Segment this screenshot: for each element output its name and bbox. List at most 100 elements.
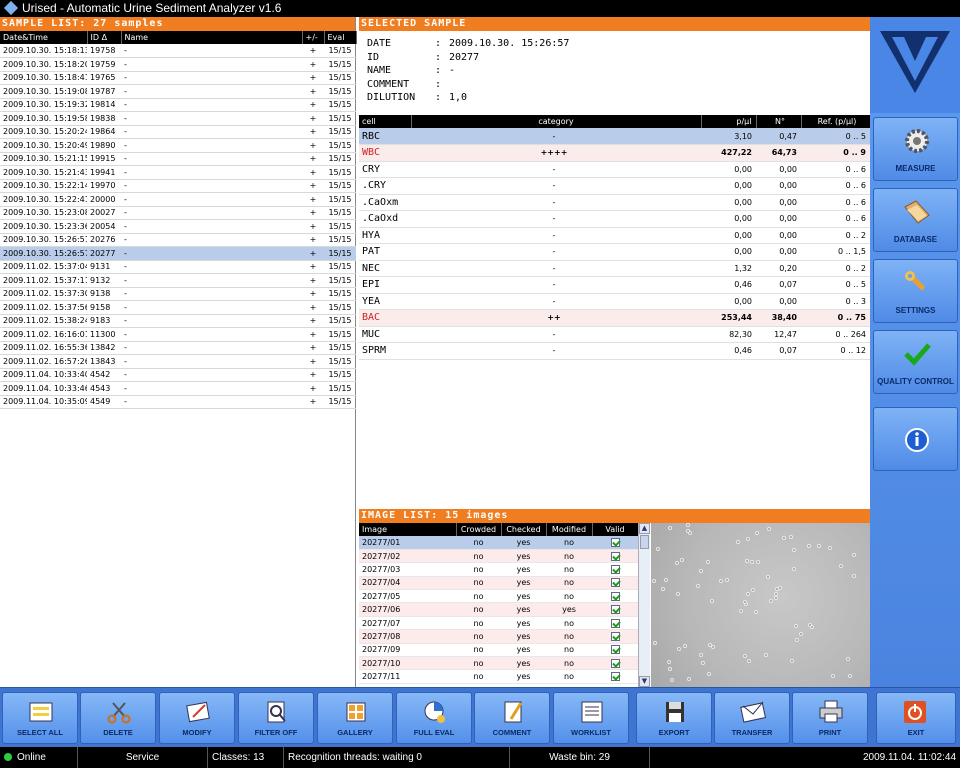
valid-checkbox-icon[interactable] — [610, 631, 620, 641]
cell-row[interactable]: EPI -0,46 0,07 0 .. 5 — [359, 276, 870, 294]
sample-row[interactable]: 2009.10.30. 15:21:15 19915- +15/15 — [0, 152, 356, 166]
sample-row[interactable]: 2009.11.02. 16:57:26 13843- +15/15 — [0, 354, 356, 369]
cell-row[interactable]: WBC ++++ 427,22 64,73 0 .. 9 — [359, 144, 870, 162]
transfer-button[interactable]: TRANSFER — [714, 692, 790, 744]
valid-checkbox-icon[interactable] — [610, 551, 620, 561]
sample-row[interactable]: 2009.10.30. 15:26:51 20276- +15/15 — [0, 233, 356, 247]
column-header-name[interactable]: Name — [121, 31, 303, 44]
cell-row[interactable]: SPRM -0,46 0,07 0 .. 12 — [359, 342, 870, 360]
scroll-thumb[interactable] — [640, 535, 649, 549]
valid-checkbox-icon[interactable] — [610, 605, 620, 615]
sample-row[interactable]: 2009.10.30. 15:21:43 19941- +15/15 — [0, 165, 356, 180]
sample-row[interactable]: 2009.10.30. 15:18:13 19758- +15/15 — [0, 44, 356, 58]
valid-checkbox-icon[interactable] — [610, 672, 620, 682]
sample-datetime: 2009.11.02. 16:57:26 — [0, 354, 87, 369]
column-header-checked[interactable]: Checked — [501, 523, 547, 536]
sample-row[interactable]: 2009.10.30. 15:18:41 19765- +15/15 — [0, 71, 356, 85]
column-header-eval[interactable]: Eval — [324, 31, 357, 44]
sample-row[interactable]: 2009.10.30. 15:23:36 20054- +15/15 — [0, 219, 356, 234]
image-row[interactable]: 20277/01 no yes no — [359, 536, 638, 550]
cell-row[interactable]: PAT -0,00 0,00 0 .. 1,5 — [359, 243, 870, 261]
sample-row[interactable]: 2009.10.30. 15:20:49 19890- +15/15 — [0, 138, 356, 153]
full-eval-button[interactable]: FULL EVAL — [396, 692, 472, 744]
sample-row[interactable]: 2009.10.30. 15:19:58 19838- +15/15 — [0, 111, 356, 126]
image-row[interactable]: 20277/11 no yes no — [359, 669, 638, 684]
delete-button[interactable]: DELETE — [80, 692, 156, 744]
sample-row[interactable]: 2009.10.30. 15:22:14 19970- +15/15 — [0, 179, 356, 193]
scroll-up-icon[interactable]: ▲ — [639, 523, 650, 534]
valid-checkbox-icon[interactable] — [610, 618, 620, 628]
column-header-datetime[interactable]: Date&Time — [0, 31, 88, 44]
print-button[interactable]: PRINT — [792, 692, 868, 744]
sample-row[interactable]: 2009.10.30. 15:19:08 19787- +15/15 — [0, 84, 356, 99]
select-all-button[interactable]: SELECT ALL — [2, 692, 78, 744]
sample-row[interactable]: 2009.11.02. 15:37:04 9131- +15/15 — [0, 260, 356, 274]
image-row[interactable]: 20277/02 no yes no — [359, 549, 638, 564]
gallery-button[interactable]: GALLERY — [317, 692, 393, 744]
microscope-image-preview[interactable] — [651, 523, 870, 687]
sample-row[interactable]: 2009.11.04. 10:33:40 4542- +15/15 — [0, 368, 356, 382]
cell-row[interactable]: .CaOxd -0,00 0,00 0 .. 6 — [359, 210, 870, 228]
cell-row[interactable]: RBC -3,10 0,47 0 .. 5 — [359, 128, 870, 145]
sample-row[interactable]: 2009.10.30. 15:20:24 19864- +15/15 — [0, 125, 356, 139]
cell-row[interactable]: HYA -0,00 0,00 0 .. 2 — [359, 227, 870, 244]
sample-row[interactable]: 2009.11.02. 16:55:36 13842- +15/15 — [0, 341, 356, 355]
cell-row[interactable]: BAC ++ 253,44 38,40 0 .. 75 — [359, 309, 870, 327]
column-header-plusminus[interactable]: +/- — [302, 31, 325, 44]
valid-checkbox-icon[interactable] — [610, 564, 620, 574]
export-button[interactable]: EXPORT — [636, 692, 712, 744]
sample-row[interactable]: 2009.11.04. 10:35:09 4549- +15/15 — [0, 395, 356, 409]
cell-category: - — [411, 260, 701, 277]
scroll-down-icon[interactable]: ▼ — [639, 676, 650, 687]
exit-button[interactable]: EXIT — [876, 692, 956, 744]
sample-row[interactable]: 2009.10.30. 15:23:08 20027- +15/15 — [0, 206, 356, 220]
cell-row[interactable]: NEC -1,32 0,20 0 .. 2 — [359, 260, 870, 277]
image-row[interactable]: 20277/08 no yes no — [359, 629, 638, 644]
sample-row[interactable]: 2009.11.02. 15:37:56 9158- +15/15 — [0, 300, 356, 315]
cell-row[interactable]: .CaOxm -0,00 0,00 0 .. 6 — [359, 194, 870, 211]
column-header-modified[interactable]: Modified — [546, 523, 593, 536]
info-button[interactable] — [873, 407, 958, 471]
cell-row[interactable]: .CRY -0,00 0,00 0 .. 6 — [359, 177, 870, 195]
image-row[interactable]: 20277/09 no yes no — [359, 643, 638, 658]
settings-button[interactable]: SETTINGS — [873, 259, 958, 323]
column-header-crowded[interactable]: Crowded — [456, 523, 502, 536]
image-row[interactable]: 20277/04 no yes no — [359, 576, 638, 591]
filter-off-button[interactable]: FILTER OFF — [238, 692, 314, 744]
sample-row[interactable]: 2009.11.02. 15:37:30 9138- +15/15 — [0, 287, 356, 301]
column-header-image[interactable]: Image — [359, 523, 457, 536]
sample-row[interactable]: 2009.10.30. 15:18:20 19759- +15/15 — [0, 57, 356, 72]
image-list-scrollbar[interactable]: ▲ ▼ — [638, 523, 650, 687]
modify-button[interactable]: MODIFY — [159, 692, 235, 744]
sample-row[interactable]: 2009.11.04. 10:33:46 4543- +15/15 — [0, 381, 356, 396]
sample-plusminus: + — [302, 233, 324, 247]
sample-row[interactable]: 2009.11.02. 15:38:24 9183- +15/15 — [0, 314, 356, 328]
worklist-button[interactable]: WORKLIST — [553, 692, 629, 744]
database-button[interactable]: DATABASE — [873, 188, 958, 252]
image-row[interactable]: 20277/03 no yes no — [359, 562, 638, 577]
sample-row[interactable]: 2009.10.30. 15:22:41 20000- +15/15 — [0, 192, 356, 207]
cell-row[interactable]: YEA -0,00 0,00 0 .. 3 — [359, 293, 870, 310]
sample-row[interactable]: 2009.11.02. 16:16:01 11300- +15/15 — [0, 327, 356, 342]
cell-row[interactable]: MUC -82,30 12,47 0 .. 264 — [359, 326, 870, 343]
sample-row[interactable]: 2009.10.30. 15:26:57 20277- +15/15 — [0, 246, 356, 261]
image-row[interactable]: 20277/10 no yes no — [359, 656, 638, 671]
valid-checkbox-icon[interactable] — [610, 537, 620, 547]
valid-checkbox-icon[interactable] — [610, 591, 620, 601]
cell-row[interactable]: CRY -0,00 0,00 0 .. 6 — [359, 161, 870, 178]
info-row-dilution: DILUTION:1,0 — [367, 91, 870, 105]
valid-checkbox-icon[interactable] — [610, 658, 620, 668]
measure-button[interactable]: MEASURE — [873, 117, 958, 181]
column-header-valid[interactable]: Valid — [592, 523, 638, 536]
sample-row[interactable]: 2009.10.30. 15:19:32 19814- +15/15 — [0, 98, 356, 112]
quality-control-button[interactable]: QUALITY CONTROL — [873, 330, 958, 394]
sample-row[interactable]: 2009.11.02. 15:37:11 9132- +15/15 — [0, 273, 356, 288]
image-row[interactable]: 20277/05 no yes no — [359, 589, 638, 604]
column-header-id[interactable]: ID Δ — [87, 31, 122, 44]
image-row[interactable]: 20277/06 no yes yes — [359, 602, 638, 617]
cell-pul: 0,00 — [701, 210, 756, 228]
comment-button[interactable]: COMMENT — [474, 692, 550, 744]
image-row[interactable]: 20277/07 no yes no — [359, 616, 638, 631]
valid-checkbox-icon[interactable] — [610, 578, 620, 588]
valid-checkbox-icon[interactable] — [610, 645, 620, 655]
